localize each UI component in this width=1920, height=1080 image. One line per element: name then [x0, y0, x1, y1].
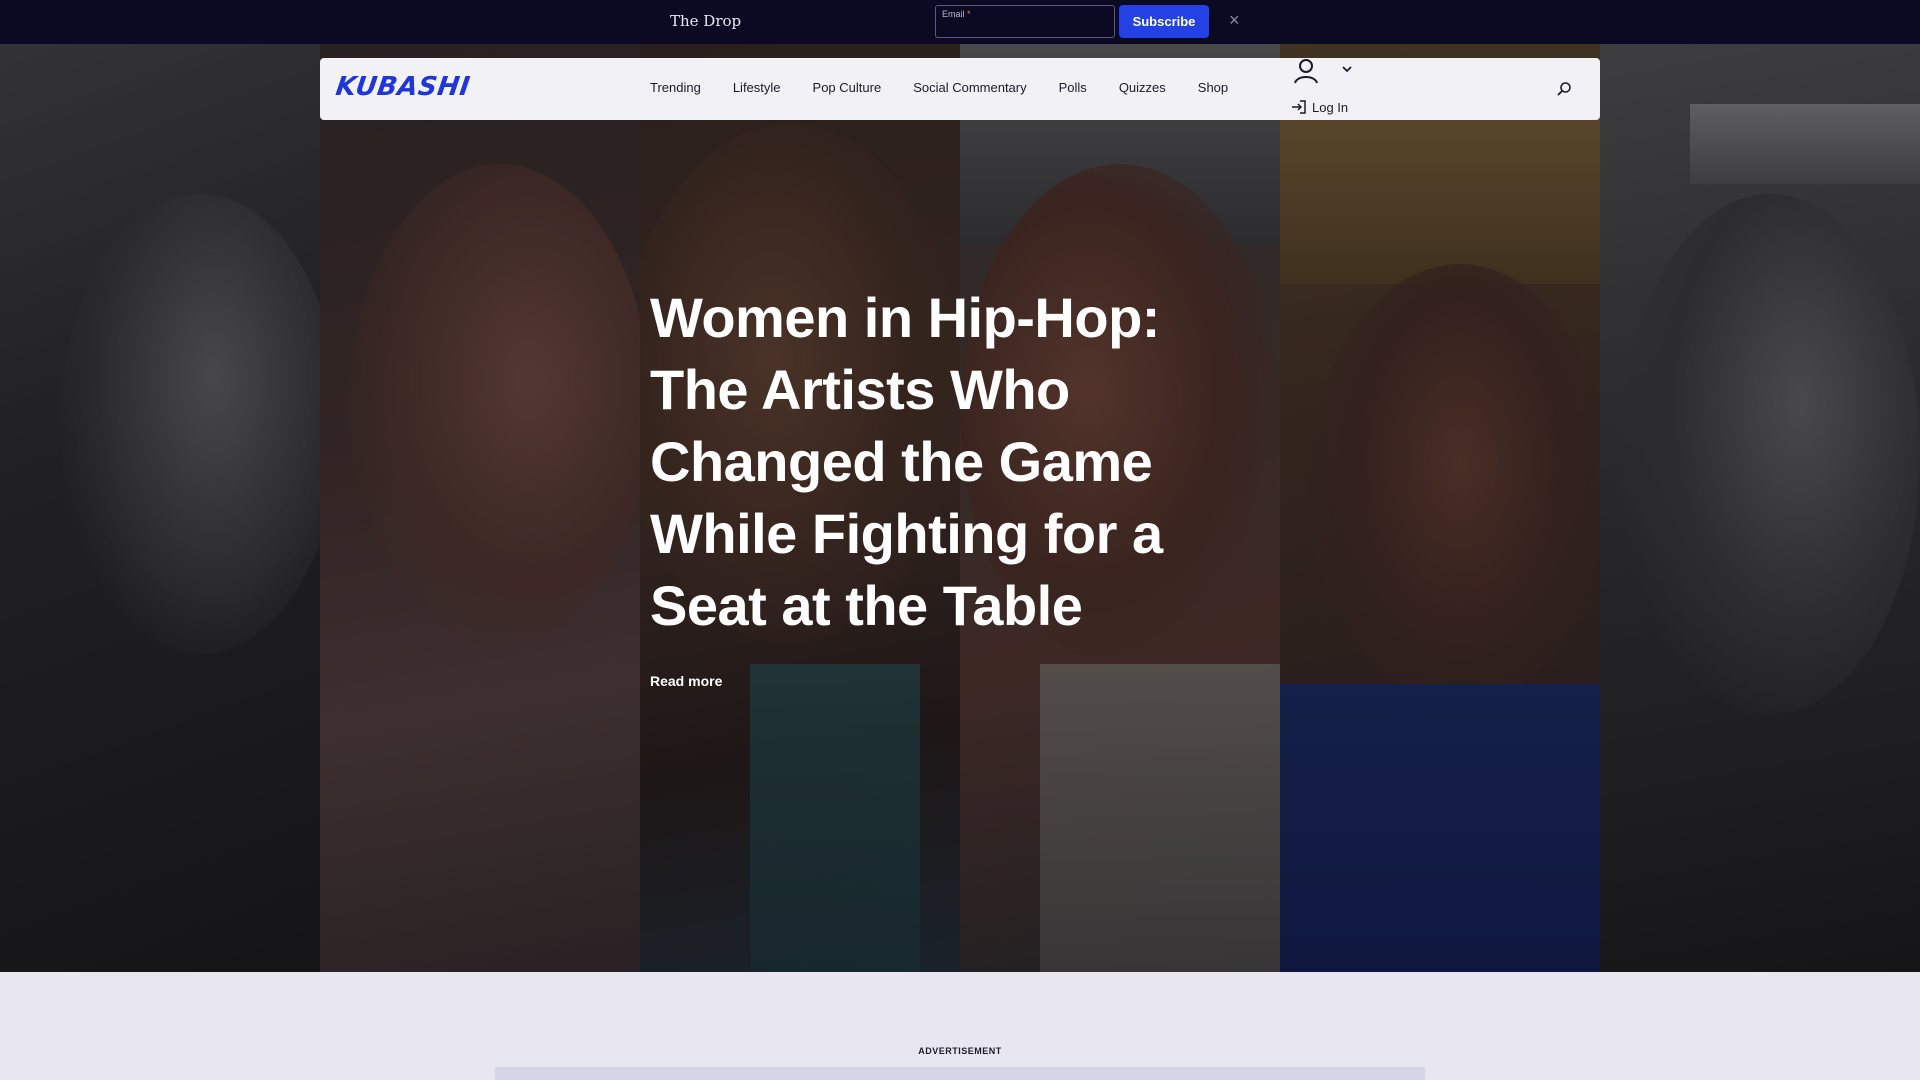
- nav-links: Trending Lifestyle Pop Culture Social Co…: [650, 80, 1260, 95]
- advertisement-label: ADVERTISEMENT: [918, 1046, 1002, 1056]
- nav-item-polls[interactable]: Polls: [1059, 80, 1087, 95]
- login-arrow-icon: [1292, 100, 1306, 114]
- login-label: Log In: [1312, 99, 1349, 115]
- close-icon[interactable]: ×: [1229, 10, 1240, 31]
- main-navbar: KUBASHI Trending Lifestyle Pop Culture S…: [320, 58, 1600, 120]
- newsletter-title: The Drop: [670, 12, 742, 30]
- nav-item-shop[interactable]: Shop: [1198, 80, 1228, 95]
- nav-item-trending[interactable]: Trending: [650, 80, 701, 95]
- email-input[interactable]: [942, 20, 1108, 36]
- hero-headline[interactable]: Women in Hip-Hop: The Artists Who Change…: [650, 282, 1210, 642]
- read-more-link[interactable]: Read more: [650, 673, 722, 689]
- newsletter-bar: The Drop Email * Subscribe ×: [0, 0, 1920, 44]
- subscribe-button[interactable]: Subscribe: [1119, 5, 1209, 38]
- site-logo[interactable]: KUBASHI: [334, 72, 472, 102]
- nav-item-lifestyle[interactable]: Lifestyle: [733, 80, 781, 95]
- chevron-down-icon[interactable]: [1340, 62, 1354, 76]
- account-menu[interactable]: Log In: [1291, 56, 1361, 120]
- email-field[interactable]: Email *: [935, 5, 1115, 38]
- login-link[interactable]: Log In: [1291, 99, 1348, 115]
- nav-item-quizzes[interactable]: Quizzes: [1119, 80, 1166, 95]
- nav-item-social-commentary[interactable]: Social Commentary: [913, 80, 1026, 95]
- email-label: Email *: [942, 9, 971, 19]
- nav-item-pop-culture[interactable]: Pop Culture: [813, 80, 882, 95]
- user-icon[interactable]: [1291, 56, 1321, 86]
- ad-slot[interactable]: [495, 1067, 1425, 1080]
- search-icon[interactable]: [1556, 81, 1572, 97]
